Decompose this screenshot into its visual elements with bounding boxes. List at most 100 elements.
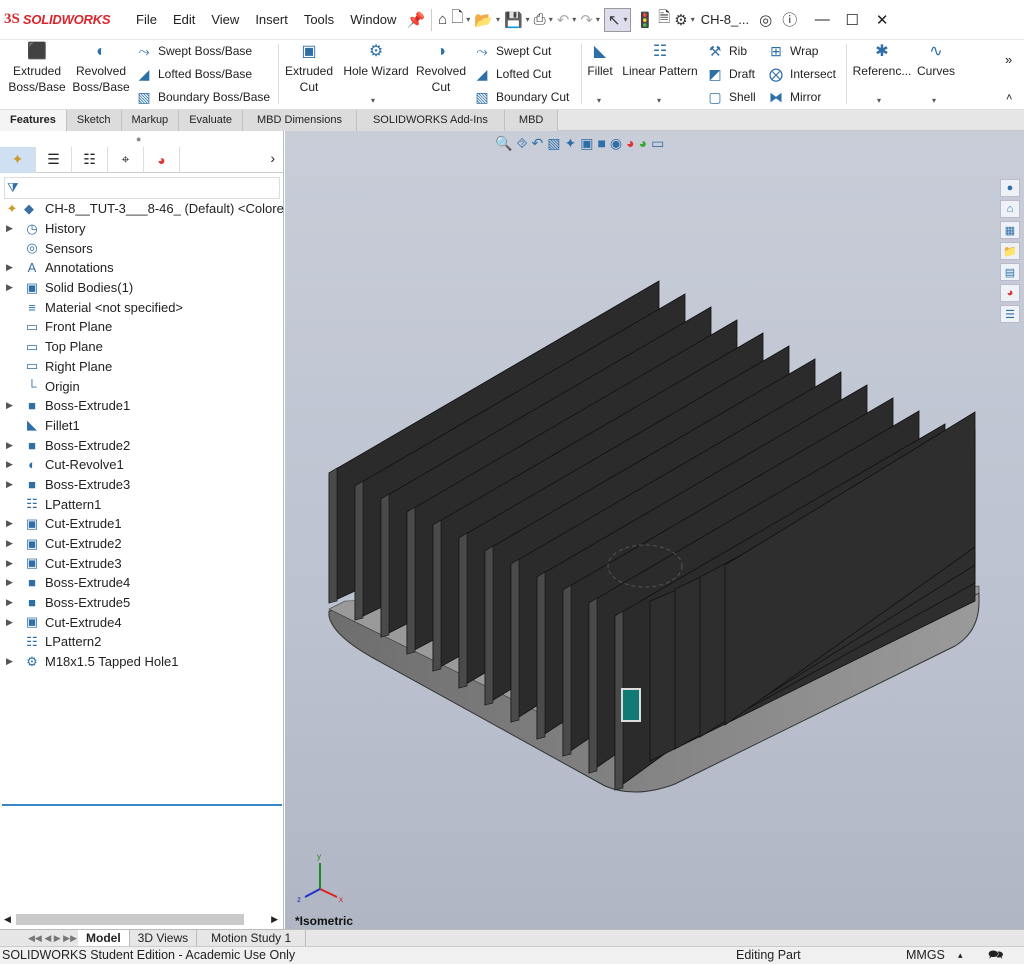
minimize-icon[interactable]: — [807, 11, 837, 28]
solidworks-resources-icon[interactable]: ● [1000, 179, 1020, 197]
panel-splitter-handle[interactable]: ● [136, 134, 141, 144]
tree-item-top-plane[interactable]: ▭ Top Plane [0, 337, 284, 357]
tree-item-origin[interactable]: └ Origin [0, 376, 284, 396]
lofted-boss-button[interactable]: ◢ Lofted Boss/Base [135, 63, 252, 85]
tree-item-front-plane[interactable]: ▭ Front Plane [0, 317, 284, 337]
undo-icon[interactable]: ↶ ▾ [557, 8, 577, 32]
tab-markup[interactable]: Markup [121, 110, 180, 131]
extruded-cut-button[interactable]: ▣ Extruded Cut [282, 42, 336, 95]
home-icon[interactable]: ⌂ [438, 8, 447, 32]
tab-3d-views[interactable]: 3D Views [130, 929, 198, 947]
expand-arrow-icon[interactable]: ▶ [6, 459, 13, 470]
extruded-boss-button[interactable]: ⬛ Extruded Boss/Base [6, 42, 68, 95]
draft-button[interactable]: ◩ Draft [706, 63, 755, 85]
collapse-ribbon-icon[interactable]: ˄ [1006, 92, 1012, 104]
view-palette-icon[interactable]: ▤ [1000, 263, 1020, 281]
menu-insert[interactable]: Insert [247, 12, 296, 27]
chevron-right-icon[interactable]: › [270, 150, 275, 166]
chevron-down-icon[interactable]: ▾ [371, 96, 375, 105]
section-view-icon[interactable]: ▧ [547, 135, 560, 152]
more-commands-icon[interactable]: » [1005, 52, 1012, 67]
quick-tips-icon[interactable]: 🗪 [988, 947, 1004, 964]
expand-arrow-icon[interactable]: ▶ [6, 597, 13, 608]
tree-item-cut-revolve1[interactable]: ▶ ◐ Cut-Revolve1 [0, 455, 284, 475]
rib-button[interactable]: ⚒ Rib [706, 40, 747, 62]
chevron-down-icon[interactable]: ▾ [657, 96, 661, 105]
menu-file[interactable]: File [128, 12, 165, 27]
tab-solidworks-add-ins[interactable]: SOLIDWORKS Add-Ins [356, 110, 505, 131]
menu-view[interactable]: View [203, 12, 247, 27]
scroll-right-icon[interactable]: ▶ [271, 914, 278, 925]
tree-item-history[interactable]: ▶ ◷ History [0, 219, 284, 239]
view-orientation-icon[interactable]: ▣ [580, 135, 593, 152]
property-manager-tab-icon[interactable]: ☰ [36, 146, 72, 173]
chevron-up-icon[interactable]: ▴ [958, 947, 963, 964]
horizontal-scrollbar[interactable]: ◀ ▶ [0, 910, 284, 928]
tree-item-right-plane[interactable]: ▭ Right Plane [0, 357, 284, 377]
edit-appearance-icon[interactable]: ◕ [626, 135, 634, 152]
tree-item-boss-extrude1[interactable]: ▶ ■ Boss-Extrude1 [0, 396, 284, 416]
save-icon[interactable]: 💾 ▾ [504, 8, 530, 32]
lofted-cut-button[interactable]: ◢ Lofted Cut [473, 63, 552, 85]
hide-show-items-icon[interactable]: ◉ [610, 135, 622, 152]
tree-item-m18x1-5-tapped-hole1[interactable]: ▶ ⚙ M18x1.5 Tapped Hole1 [0, 652, 284, 672]
user-account-icon[interactable]: ◎ [759, 8, 772, 32]
tree-item-cut-extrude4[interactable]: ▶ ▣ Cut-Extrude4 [0, 612, 284, 632]
mirror-button[interactable]: ⧓ Mirror [767, 86, 821, 108]
scrollbar-thumb[interactable] [16, 914, 244, 925]
file-explorer-icon[interactable]: 📁 [1000, 242, 1020, 260]
swept-cut-button[interactable]: ⤳ Swept Cut [473, 40, 551, 62]
chevron-down-icon[interactable]: ▾ [932, 96, 936, 105]
unit-system-selector[interactable]: MMGS [906, 947, 945, 964]
display-style-icon[interactable]: ■ [597, 135, 605, 152]
home-icon[interactable]: ⌂ [1000, 200, 1020, 218]
tab-mbd[interactable]: MBD [504, 110, 559, 131]
tree-item-boss-extrude2[interactable]: ▶ ■ Boss-Extrude2 [0, 435, 284, 455]
rebuild-icon[interactable]: 🚦 [635, 8, 654, 32]
revolved-boss-button[interactable]: ◐ Revolved Boss/Base [70, 42, 132, 95]
curves-button[interactable]: ∿ Curves [914, 42, 958, 79]
menu-tools[interactable]: Tools [296, 12, 342, 27]
scroll-left-icon[interactable]: ◀ [4, 914, 11, 925]
feature-tree-filter[interactable]: ⧩ [4, 177, 280, 199]
rollback-bar[interactable] [2, 804, 282, 806]
tree-item-sensors[interactable]: ◎ Sensors [0, 238, 284, 258]
tree-item-boss-extrude4[interactable]: ▶ ■ Boss-Extrude4 [0, 573, 284, 593]
apply-scene-icon[interactable]: ◕ [639, 135, 647, 152]
expand-arrow-icon[interactable]: ▶ [6, 656, 13, 667]
print-icon[interactable]: ⎙ ▾ [534, 8, 553, 32]
expand-arrow-icon[interactable]: ▶ [6, 223, 13, 234]
expand-arrow-icon[interactable]: ▶ [6, 282, 13, 293]
tree-item-boss-extrude5[interactable]: ▶ ■ Boss-Extrude5 [0, 593, 284, 613]
help-icon[interactable]: ⓘ [782, 8, 797, 32]
zoom-to-area-icon[interactable]: ⯑ [516, 135, 527, 152]
expand-arrow-icon[interactable]: ▶ [6, 617, 13, 628]
feature-manager-tab-icon[interactable]: ✦ [0, 146, 36, 173]
expand-arrow-icon[interactable]: ▶ [6, 518, 13, 529]
configuration-manager-tab-icon[interactable]: ☷ [72, 146, 108, 173]
shell-button[interactable]: ▢ Shell [706, 86, 755, 108]
swept-boss-button[interactable]: ⤳ Swept Boss/Base [135, 40, 252, 62]
design-library-icon[interactable]: ▦ [1000, 221, 1020, 239]
tree-item-lpattern1[interactable]: ☷ LPattern1 [0, 494, 284, 514]
new-document-icon[interactable]: 🗋 ▾ [451, 8, 470, 32]
graphics-viewport[interactable]: 🔍 ⯑ ↶ ▧ ✦ ▣ ■ ◉ ◕ ◕ ▭ ● ⌂ ▦ 📁 ▤ ◕ ☰ y x [285, 131, 1024, 929]
tree-item-lpattern2[interactable]: ☷ LPattern2 [0, 632, 284, 652]
zoom-to-fit-icon[interactable]: 🔍 [495, 135, 512, 152]
tab-features[interactable]: Features [0, 110, 67, 131]
tree-item-boss-extrude3[interactable]: ▶ ■ Boss-Extrude3 [0, 475, 284, 495]
tab-mbd-dimensions[interactable]: MBD Dimensions [243, 110, 357, 131]
expand-arrow-icon[interactable]: ▶ [6, 577, 13, 588]
options-gear-icon[interactable]: ⚙ ▾ [674, 8, 694, 32]
fillet-button[interactable]: ◣ Fillet [585, 42, 615, 79]
expand-arrow-icon[interactable]: ▶ [6, 479, 13, 490]
file-properties-icon[interactable]: 🗎 [658, 8, 670, 32]
custom-properties-icon[interactable]: ☰ [1000, 305, 1020, 323]
tree-item-cut-extrude3[interactable]: ▶ ▣ Cut-Extrude3 [0, 553, 284, 573]
expand-arrow-icon[interactable]: ▶ [6, 538, 13, 549]
revolved-cut-button[interactable]: ◑ Revolved Cut [414, 42, 468, 95]
tab-evaluate[interactable]: Evaluate [179, 110, 243, 131]
tab-model[interactable]: Model [78, 929, 130, 947]
heat-sink-model[interactable] [285, 131, 1024, 929]
previous-view-icon[interactable]: ↶ [532, 135, 544, 152]
